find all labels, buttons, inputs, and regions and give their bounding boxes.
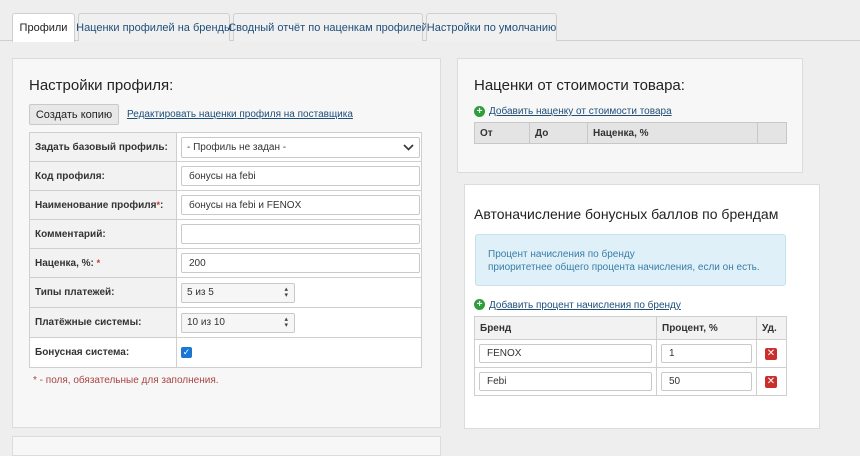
- delete-icon[interactable]: ✕: [765, 347, 777, 360]
- tab-profiles[interactable]: Профили: [12, 13, 75, 42]
- markup-label-text: Наценка, %:: [35, 257, 94, 269]
- payment-systems-select[interactable]: 10 из 10 ▴ ▾: [181, 312, 295, 333]
- percent-input[interactable]: 50: [661, 372, 752, 391]
- base-profile-select[interactable]: - Профиль не задан -: [181, 136, 420, 158]
- col-percent: Процент, %: [656, 316, 757, 340]
- form-row-base-profile: Задать базовый профиль: - Профиль не зад…: [29, 132, 422, 162]
- table-row: Febi 50 ✕: [474, 367, 787, 396]
- required-fields-note: * - поля, обязательные для заполнения.: [33, 375, 219, 386]
- table-header-row: Бренд Процент, % Уд.: [474, 316, 787, 340]
- updown-arrow-icon: ▴ ▾: [284, 285, 288, 299]
- info-line-1: Процент начисления по бренду: [488, 249, 635, 260]
- form-row-markup: Наценка, %: * 200: [29, 248, 422, 278]
- edit-supplier-markups-link[interactable]: Редактировать наценки профиля на поставщ…: [127, 109, 353, 120]
- profile-code-input[interactable]: бонусы на febi: [181, 166, 420, 186]
- comment-label: Комментарий:: [29, 219, 177, 249]
- bonus-accrual-title: Автоначисление бонусных баллов по бренда…: [474, 206, 779, 222]
- col-to: До: [529, 122, 588, 144]
- create-copy-button[interactable]: Создать копию: [29, 104, 119, 125]
- profile-name-input[interactable]: бонусы на febi и FENOX: [181, 195, 420, 215]
- tab-bar: Профили Наценки профилей на бренды Сводн…: [0, 0, 860, 42]
- brand-input[interactable]: Febi: [479, 372, 652, 391]
- add-brand-percent-link[interactable]: Добавить процент начисления по бренду: [489, 300, 681, 311]
- col-markup: Наценка, %: [587, 122, 758, 144]
- percent-input[interactable]: 1: [661, 344, 752, 363]
- brand-bonus-table: Бренд Процент, % Уд. FENOX 1 ✕ Febi 50 ✕: [474, 316, 787, 396]
- tab-summary-report[interactable]: Сводный отчёт по наценкам профилей: [228, 13, 428, 41]
- info-line-2: приоритетнее общего процента начисления,…: [488, 262, 760, 273]
- add-price-markup-link[interactable]: Добавить наценку от стоимости товара: [489, 106, 672, 117]
- delete-icon[interactable]: ✕: [765, 375, 777, 388]
- add-circle-icon[interactable]: +: [474, 299, 485, 310]
- payment-systems-label: Платёжные системы:: [29, 307, 177, 338]
- price-markup-title: Наценки от стоимости товара:: [474, 77, 685, 94]
- col-from: От: [474, 122, 530, 144]
- price-markup-table: От До Наценка, %: [474, 122, 787, 144]
- payment-types-label: Типы платежей:: [29, 277, 177, 308]
- add-circle-icon[interactable]: +: [474, 106, 485, 117]
- table-header-row: От До Наценка, %: [474, 122, 787, 144]
- profile-name-label: Наименование профиля*:: [29, 190, 177, 220]
- profile-name-label-text: Наименование профиля: [35, 199, 157, 211]
- base-profile-label: Задать базовый профиль:: [29, 132, 177, 162]
- col-actions: [757, 122, 787, 144]
- lower-panel: [12, 436, 441, 456]
- profile-code-label: Код профиля:: [29, 161, 177, 191]
- payment-types-select[interactable]: 5 из 5 ▴ ▾: [181, 282, 295, 303]
- form-row-payment-systems: Платёжные системы: 10 из 10 ▴ ▾: [29, 307, 422, 338]
- form-row-payment-types: Типы платежей: 5 из 5 ▴ ▾: [29, 277, 422, 308]
- bonus-info-box: Процент начисления по бренду приоритетне…: [475, 234, 786, 286]
- table-row: FENOX 1 ✕: [474, 339, 787, 368]
- base-profile-value: - Профиль не задан -: [187, 141, 287, 153]
- form-row-code: Код профиля: бонусы на febi: [29, 161, 422, 191]
- updown-arrow-icon: ▴ ▾: [284, 315, 288, 329]
- tab-brand-markups[interactable]: Наценки профилей на бренды: [76, 13, 232, 41]
- comment-input[interactable]: [181, 224, 420, 244]
- form-row-name: Наименование профиля*: бонусы на febi и …: [29, 190, 422, 220]
- profile-settings-title: Настройки профиля:: [29, 77, 174, 94]
- col-brand: Бренд: [474, 316, 657, 340]
- bonus-row-highlight: [22, 339, 329, 376]
- payment-types-value: 5 из 5: [187, 287, 214, 298]
- chevron-down-icon: [403, 143, 414, 151]
- col-delete: Уд.: [756, 316, 787, 340]
- form-row-comment: Комментарий:: [29, 219, 422, 249]
- payment-systems-value: 10 из 10: [187, 317, 225, 328]
- tab-default-settings[interactable]: Настройки по умолчанию: [426, 13, 557, 41]
- brand-input[interactable]: FENOX: [479, 344, 652, 363]
- markup-label: Наценка, %: *: [29, 248, 177, 278]
- profile-name-label-colon: :: [160, 199, 164, 211]
- markup-input[interactable]: 200: [181, 253, 420, 273]
- profile-form: Задать базовый профиль: - Профиль не зад…: [29, 132, 422, 368]
- required-marker: *: [96, 257, 101, 268]
